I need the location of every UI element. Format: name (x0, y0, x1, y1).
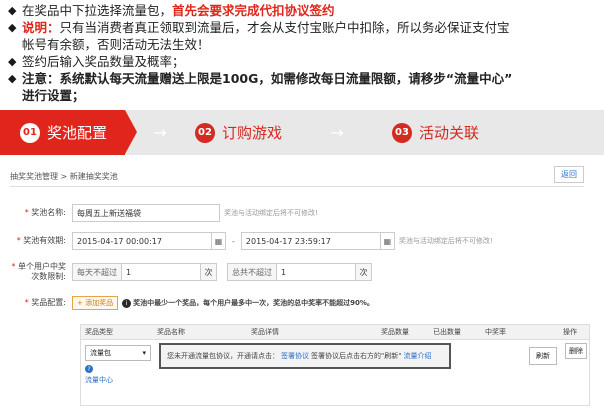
label-pool-name: * 奖池名称: (24, 208, 66, 217)
start-date-input[interactable]: 2015-04-17 00:00:17 (72, 232, 212, 250)
alert-text-2: 签署协议后点击右方的"刷新" (311, 352, 402, 360)
step-wizard: 01 奖池配置 → 02 订购游戏 → 03 活动关联 (0, 110, 604, 155)
calendar-icon[interactable]: ▦ (212, 232, 226, 250)
row-period: * 奖池有效期: 2015-04-17 00:00:17 ▦ - 2015-04… (10, 232, 493, 250)
period-hint: 奖池与活动绑定后将不可修改! (398, 237, 493, 245)
daily-limit-prefix: 每天不超过 (72, 263, 121, 281)
step-label: 活动关联 (419, 124, 480, 142)
pool-name-input[interactable]: 每周五上新送福袋 (72, 204, 220, 222)
info-icon: i (122, 298, 132, 308)
row-win-limit: * 单个用户中奖 次数限制: 每天不超过 1 次 总共不超过 1 次 (10, 262, 372, 282)
note-4-text: 系统默认每天流量赠送上限是100G，如需修改每日流量限额，请移步“流量中心” (59, 71, 513, 86)
sign-agreement-link[interactable]: 签署协议 (281, 351, 309, 361)
daily-limit-unit: 次 (201, 263, 217, 281)
note-3: ◆ 签约后输入奖品数量及概率； (8, 53, 598, 70)
col-header: 奖品名称 (157, 328, 185, 336)
help-icon[interactable]: ? (85, 365, 93, 373)
step-number: 02 (195, 122, 215, 143)
bullet-icon: ◆ (8, 55, 17, 68)
step-number: 01 (20, 122, 40, 143)
note-1: ◆ 在奖品中下拉选择流量包，首先会要求完成代扣协议签约 (8, 2, 598, 19)
total-limit-unit: 次 (356, 263, 372, 281)
instructions: ◆ 在奖品中下拉选择流量包，首先会要求完成代扣协议签约 ◆ 说明：只有当消费者真… (8, 2, 598, 104)
step-order-game[interactable]: 02 订购游戏 (195, 110, 282, 155)
step-link-activity[interactable]: 03 活动关联 (392, 110, 479, 155)
note-2: ◆ 说明：只有当消费者真正领取到流量后，才会从支付宝账户中扣除，所以务必保证支付… (8, 19, 598, 53)
col-header: 已出数量 (433, 328, 461, 336)
prize-type-select[interactable]: 流量包 ▾ (85, 345, 151, 361)
label-prize-config: * 奖品配置: (24, 298, 66, 307)
col-header: 中奖率 (485, 328, 506, 336)
table-header: 奖品类型 奖品名称 奖品详情 奖品数量 已出数量 中奖率 操作 (81, 325, 589, 340)
breadcrumb: 抽奖奖池管理 > 新建抽奖奖池 返回 (10, 166, 584, 187)
refresh-button[interactable]: 刷新 (529, 347, 557, 365)
step-pool-config[interactable]: 01 奖池配置 (0, 110, 137, 155)
chevron-down-icon: ▾ (142, 349, 146, 357)
note-4: ◆ 注意：系统默认每天流量赠送上限是100G，如需修改每日流量限额，请移步“流量… (8, 70, 598, 104)
note-4-text-2: 进行设置； (22, 88, 85, 103)
date-separator: - (232, 236, 235, 246)
add-prize-button[interactable]: + 添加奖品 (72, 296, 119, 310)
pool-name-hint: 奖池与活动绑定后将不可修改! (224, 209, 318, 217)
step-label: 订购游戏 (222, 124, 283, 142)
label-period: * 奖池有效期: (16, 236, 66, 245)
row-prize-config: * 奖品配置: + 添加奖品 i 奖池中最少一个奖品，每个用户最多中一次，奖池的… (10, 296, 374, 310)
calendar-icon[interactable]: ▦ (380, 232, 395, 250)
flow-intro-link[interactable]: 流量介绍 (403, 351, 431, 361)
note-1-highlight: 首先会要求完成代扣协议签约 (172, 3, 335, 18)
col-header: 奖品详情 (251, 328, 279, 336)
daily-limit-input[interactable]: 1 (121, 263, 201, 281)
agreement-alert: 您未开通流量包协议，开通请点击： 签署协议 签署协议后点击右方的"刷新" 流量介… (159, 343, 451, 369)
bullet-icon: ◆ (8, 21, 17, 34)
prize-type-value: 流量包 (90, 349, 111, 357)
note-2-text: 只有当消费者真正领取到流量后，才会从支付宝账户中扣除，所以务必保证支付宝 (59, 20, 510, 35)
note-2-label: 说明： (22, 20, 60, 35)
step-number: 03 (392, 122, 413, 143)
note-4-label: 注意： (22, 71, 60, 86)
arrow-right-icon: → (330, 123, 344, 142)
back-button[interactable]: 返回 (554, 166, 584, 183)
note-2-text-2: 帐号有余额，否则活动无法生效！ (22, 37, 210, 52)
alert-text: 您未开通流量包协议，开通请点击： (167, 352, 279, 360)
row-pool-name: * 奖池名称: 每周五上新送福袋 奖池与活动绑定后将不可修改! (10, 204, 318, 222)
arrow-right-icon: → (153, 123, 167, 142)
total-limit-prefix: 总共不超过 (227, 263, 276, 281)
label-win-limit: * 单个用户中奖 次数限制: (11, 262, 66, 281)
end-date-input[interactable]: 2015-04-17 23:59:17 (240, 232, 381, 250)
col-header: 奖品类型 (85, 328, 113, 336)
col-header: 奖品数量 (381, 328, 409, 336)
total-limit-input[interactable]: 1 (276, 263, 356, 281)
note-1-text: 在奖品中下拉选择流量包， (22, 3, 173, 18)
prize-table: 奖品类型 奖品名称 奖品详情 奖品数量 已出数量 中奖率 操作 流量包 ▾ ? … (80, 324, 590, 406)
bullet-icon: ◆ (8, 4, 17, 17)
note-3-text: 签约后输入奖品数量及概率； (22, 54, 185, 69)
delete-button[interactable]: 删除 (565, 343, 587, 359)
bullet-icon: ◆ (8, 72, 17, 85)
breadcrumb-text: 抽奖奖池管理 > 新建抽奖奖池 (10, 171, 118, 181)
step-label: 奖池配置 (47, 124, 108, 142)
flow-center-link[interactable]: 流量中心 (85, 375, 113, 385)
col-header: 操作 (563, 328, 577, 336)
prize-info-text: 奖池中最少一个奖品，每个用户最多中一次，奖池的总中奖率不能超过90%。 (133, 299, 374, 307)
